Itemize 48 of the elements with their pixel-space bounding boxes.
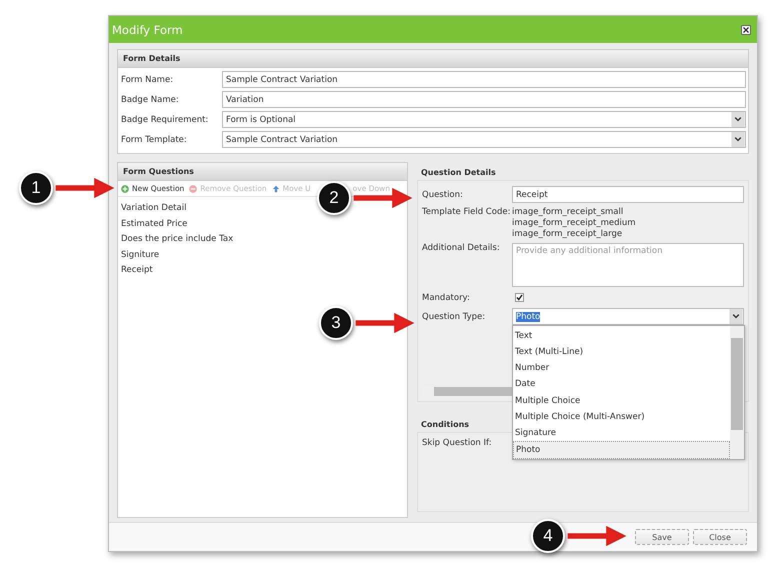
arrow-icon: [353, 187, 413, 209]
field-label: Form Template:: [121, 134, 188, 144]
field-label: Badge Requirement:: [121, 114, 210, 124]
field-label: Form Name:: [121, 74, 174, 84]
dropdown-option[interactable]: Multiple Choice: [513, 392, 730, 409]
arrow-icon: [567, 525, 627, 547]
field-label: Question Type:: [422, 312, 486, 322]
field-label: Badge Name:: [121, 94, 180, 104]
arrow-icon: [355, 312, 415, 334]
template-code: image_form_receipt_large: [512, 229, 624, 239]
dropdown-option[interactable]: Photo: [513, 440, 730, 459]
field-label: Skip Question If:: [422, 438, 492, 448]
question-type-select[interactable]: Photo: [512, 308, 744, 325]
close-icon[interactable]: [741, 24, 751, 34]
question-list-item[interactable]: Estimated Price: [121, 218, 188, 230]
dropdown-option[interactable]: Date: [513, 376, 730, 392]
field-label: Additional Details:: [422, 243, 501, 253]
panel-title: Form Questions: [123, 167, 194, 176]
dropdown-option[interactable]: Text (Multi-Line): [513, 344, 730, 360]
step-number-badge: 1: [19, 171, 53, 205]
template-code: image_form_receipt_medium: [512, 218, 636, 228]
close-button[interactable]: Close: [693, 529, 747, 545]
scrollbar[interactable]: [730, 326, 744, 459]
dropdown-option[interactable]: Signature: [513, 424, 730, 441]
field-label: Template Field Code:: [422, 207, 512, 217]
section-title: Conditions: [420, 420, 470, 431]
checkbox[interactable]: [515, 293, 524, 302]
template-code: image_form_receipt_small: [512, 207, 624, 217]
question-list-item[interactable]: Receipt: [121, 264, 153, 276]
window-title: Modify Form: [112, 22, 183, 36]
additional-details-field[interactable]: Provide any additional information: [512, 243, 744, 287]
select-field[interactable]: Sample Contract Variation: [222, 131, 746, 148]
question-list-item[interactable]: Does the price include Tax: [121, 233, 234, 245]
text-field[interactable]: Sample Contract Variation: [222, 71, 746, 88]
arrow-icon: [55, 177, 115, 199]
question-list-item[interactable]: Signiture: [121, 248, 160, 260]
question-field[interactable]: Receipt: [512, 186, 744, 203]
panel-title: Form Details: [123, 54, 180, 63]
save-button[interactable]: Save: [635, 529, 689, 545]
dropdown-option[interactable]: Multiple Choice (Multi-Answer): [513, 408, 730, 425]
question-list-item[interactable]: Variation Detail: [121, 202, 186, 214]
text-field[interactable]: Variation: [222, 91, 746, 108]
dropdown-option[interactable]: Text: [513, 328, 730, 344]
field-label: Question:: [422, 190, 464, 200]
field-label: Mandatory:: [422, 292, 471, 302]
dropdown-option[interactable]: Number: [513, 360, 730, 376]
select-field[interactable]: Form is Optional: [222, 111, 746, 128]
section-title: Question Details: [420, 168, 497, 179]
